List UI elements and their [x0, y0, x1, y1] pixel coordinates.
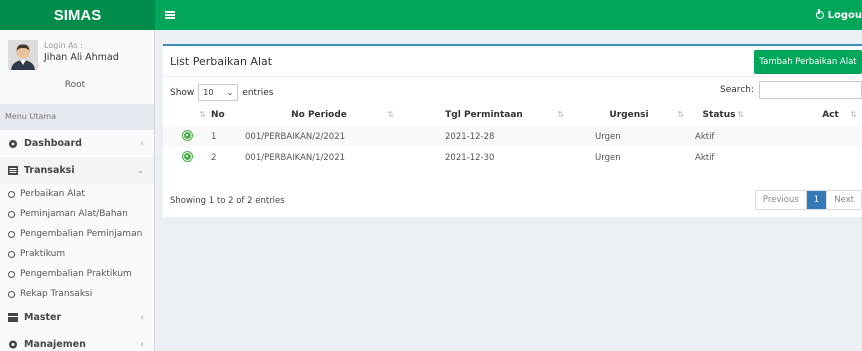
column-header-expand[interactable]: ⇅: [163, 104, 211, 126]
menu-header: Menu Utama: [0, 104, 154, 130]
circle-icon: [8, 230, 15, 238]
cell-no-periode: 001/PERBAIKAN/1/2021: [245, 152, 346, 163]
cell-no: 2: [211, 152, 217, 163]
chevron-down-icon: ⌄: [226, 88, 234, 97]
top-header: SIMAS Logou: [0, 0, 862, 30]
entries-label: entries: [242, 87, 274, 98]
sidebar-item-master[interactable]: Master ‹: [0, 304, 154, 331]
cell-tgl-permintaan: 2021-12-28: [399, 126, 569, 147]
sidebar-subitem-label: Pengembalian Peminjaman: [20, 229, 143, 239]
entries-length-control: Show 10 ⌄ entries: [170, 84, 274, 101]
search-label: Search:: [720, 85, 754, 95]
column-header-status[interactable]: Status ⇅: [689, 104, 749, 126]
sidebar-subitem-label: Praktikum: [20, 249, 66, 259]
entries-value: 10: [203, 88, 214, 97]
sidebar-subitem-pengembalian-praktikum[interactable]: Pengembalian Praktikum: [0, 264, 154, 284]
cell-no-periode: 001/PERBAIKAN/2/2021: [239, 126, 399, 147]
sidebar-item-label: Manajemen: [24, 339, 86, 350]
logout-button[interactable]: Logou: [815, 0, 862, 30]
sort-icon: ⇅: [199, 110, 206, 119]
table-info: Showing 1 to 2 of 2 entries: [170, 196, 285, 206]
power-icon: [815, 9, 824, 19]
circle-icon: [8, 270, 15, 278]
user-panel: Login As : Jihan Ali Ahmad Root: [0, 30, 154, 100]
cell-status: Aktif: [695, 152, 715, 163]
sort-icon: ⇅: [387, 110, 394, 119]
sidebar-item-manajemen[interactable]: Manajemen ‹: [0, 331, 154, 351]
sidebar-subitem-label: Pengembalian Praktikum: [20, 269, 132, 279]
circle-icon: [8, 210, 15, 218]
gear-icon: [9, 340, 17, 349]
chevron-left-icon: ‹: [140, 138, 144, 149]
circle-icon: [8, 190, 15, 198]
add-perbaikan-button[interactable]: Tambah Perbaikan Alat: [754, 50, 862, 74]
sidebar-item-label: Dashboard: [24, 138, 82, 149]
cell-no: 1: [211, 126, 239, 147]
user-info: Login As : Jihan Ali Ahmad: [44, 41, 119, 63]
list-box: List Perbaikan Alat Tambah Perbaikan Ala…: [163, 44, 862, 217]
master-icon: [8, 313, 18, 322]
table-header-row: ⇅ No No Periode ⇅ Tgl Permintaan ⇅ Urgensi…: [163, 104, 862, 126]
table-row[interactable]: 2 001/PERBAIKAN/1/2021 2021-12-30 Urgen …: [163, 147, 862, 168]
entries-select[interactable]: 10 ⌄: [198, 84, 239, 101]
sidebar-item-label: Master: [24, 312, 62, 323]
search-control: Search:: [720, 81, 862, 99]
expand-row-icon[interactable]: [183, 151, 192, 161]
expand-row-icon[interactable]: [183, 130, 192, 140]
page-title: List Perbaikan Alat: [170, 55, 273, 68]
navbar: Logou: [155, 0, 862, 30]
sidebar-subitem-label: Peminjaman Alat/Bahan: [20, 209, 128, 219]
menu-toggle-icon[interactable]: [165, 11, 175, 19]
sidebar: Login As : Jihan Ali Ahmad Root Menu Uta…: [0, 30, 155, 351]
divider: [163, 76, 862, 77]
chevron-left-icon: ‹: [140, 312, 144, 323]
next-page-button[interactable]: Next: [827, 191, 861, 209]
table-row[interactable]: 1 001/PERBAIKAN/2/2021 2021-12-28 Urgen …: [163, 126, 862, 147]
logout-label: Logou: [827, 9, 862, 21]
column-header-tgl-permintaan[interactable]: Tgl Permintaan ⇅: [399, 104, 569, 126]
sidebar-subitem-rekap-transaksi[interactable]: Rekap Transaksi: [0, 284, 154, 304]
sort-icon: ⇅: [850, 110, 857, 119]
user-role: Root: [64, 80, 86, 90]
sidebar-subitem-peminjaman[interactable]: Peminjaman Alat/Bahan: [0, 204, 154, 224]
cell-act: [799, 126, 862, 147]
sidebar-item-dashboard[interactable]: Dashboard ‹: [0, 130, 154, 157]
column-header-urgensi[interactable]: Urgensi ⇅: [569, 104, 689, 126]
sort-icon: ⇅: [677, 110, 684, 119]
list-icon: [8, 166, 18, 175]
column-header-spacer: [749, 104, 799, 126]
page-1-button[interactable]: 1: [806, 191, 828, 209]
cell-urgensi: Urgen: [595, 152, 621, 163]
login-as-label: Login As :: [44, 41, 84, 50]
cell-status: Aktif: [689, 126, 749, 147]
sort-icon: ⇅: [737, 110, 744, 119]
user-name: Jihan Ali Ahmad: [44, 52, 119, 63]
sidebar-subitem-pengembalian-peminjaman[interactable]: Pengembalian Peminjaman: [0, 224, 154, 244]
sidebar-item-label: Transaksi: [24, 165, 75, 176]
avatar: [8, 40, 38, 70]
dashboard-icon: [9, 140, 17, 148]
sort-icon: ⇅: [557, 110, 564, 119]
circle-icon: [8, 250, 15, 258]
column-header-no[interactable]: No: [211, 104, 239, 126]
search-input[interactable]: [759, 81, 862, 99]
show-label: Show: [170, 87, 195, 98]
sidebar-subitem-label: Rekap Transaksi: [20, 289, 93, 299]
chevron-left-icon: ‹: [140, 339, 144, 350]
sidebar-subitem-label: Perbaikan Alat: [20, 189, 85, 199]
perbaikan-table: ⇅ No No Periode ⇅ Tgl Permintaan ⇅ Urgensi…: [163, 104, 862, 168]
pagination: Previous 1 Next: [754, 190, 862, 210]
column-header-act[interactable]: Act ⇅: [799, 104, 862, 126]
cell-urgensi: Urgen: [569, 126, 689, 147]
circle-icon: [8, 290, 15, 298]
sidebar-item-transaksi[interactable]: Transaksi ⌄: [0, 157, 154, 184]
sidebar-subitem-praktikum[interactable]: Praktikum: [0, 244, 154, 264]
chevron-down-icon: ⌄: [136, 165, 144, 176]
cell-tgl-permintaan: 2021-12-30: [445, 152, 495, 163]
sidebar-subitem-perbaikan-alat[interactable]: Perbaikan Alat: [0, 184, 154, 204]
previous-page-button[interactable]: Previous: [756, 191, 807, 209]
app-brand[interactable]: SIMAS: [0, 0, 155, 30]
column-header-no-periode[interactable]: No Periode ⇅: [239, 104, 399, 126]
cell-act: [799, 147, 862, 168]
